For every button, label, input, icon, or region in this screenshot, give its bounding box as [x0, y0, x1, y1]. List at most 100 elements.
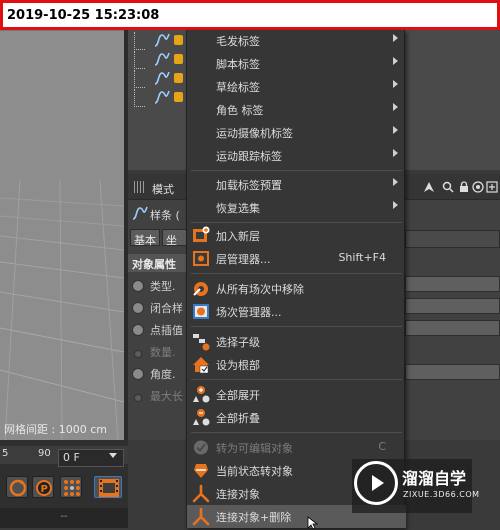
svg-text:P: P — [41, 484, 48, 495]
animate-radio-icon[interactable] — [132, 302, 144, 314]
film-clip-button[interactable] — [94, 476, 122, 498]
tab-basic[interactable]: 基本 — [130, 229, 160, 247]
menu-item-load-tag-preset[interactable]: 加载标签预置 — [187, 173, 406, 196]
rotate-tool-button[interactable] — [6, 476, 28, 498]
interpolation-dropdown[interactable] — [405, 320, 500, 336]
menu-item-layer-manager[interactable]: 层管理器... Shift+F4 — [187, 247, 406, 270]
submenu-arrow-icon — [393, 126, 398, 134]
watermark-url: ZIXUE.3D66.COM — [403, 490, 480, 499]
spline-icon — [132, 206, 148, 220]
type-dropdown[interactable] — [405, 276, 500, 292]
menu-item-script-tags[interactable]: 脚本标签 — [187, 52, 406, 75]
ruler-tick: 90 — [38, 448, 51, 459]
arrow-up-icon[interactable] — [423, 181, 435, 193]
animate-radio-icon — [134, 394, 142, 402]
menu-item-sketch-tags[interactable]: 草绘标签 — [187, 75, 406, 98]
close-checkbox[interactable] — [405, 298, 500, 314]
grid-spacing-label: 网格间距 : 1000 cm — [4, 423, 107, 436]
property-angle[interactable]: 角度. — [132, 366, 176, 384]
take-manager-icon — [193, 304, 209, 319]
submenu-arrow-icon — [393, 34, 398, 42]
menu-item-character-tags[interactable]: 角色 标签 — [187, 98, 406, 121]
target-icon[interactable] — [472, 181, 484, 193]
menu-separator — [191, 170, 402, 171]
property-close[interactable]: 闭合样 — [132, 300, 183, 318]
connect-objects-icon — [192, 484, 210, 503]
dots-grid-icon — [64, 480, 80, 496]
menu-item-collapse-all[interactable]: 全部折叠 — [187, 406, 406, 429]
collapse-all-icon — [193, 409, 210, 426]
menu-item-add-new-layer[interactable]: 加入新层 — [187, 224, 406, 247]
film-strip-icon — [99, 479, 119, 497]
submenu-arrow-icon — [393, 80, 398, 88]
animate-radio-icon[interactable] — [132, 280, 144, 292]
watermark-logo-icon — [354, 461, 398, 505]
frame-field[interactable]: 0 F — [58, 449, 124, 467]
section-title: 对象属性 — [128, 254, 188, 272]
tag-icon — [174, 35, 183, 45]
spline-icon — [154, 33, 170, 47]
menu-item-take-manager[interactable]: 场次管理器... — [187, 300, 406, 323]
menu-item-motion-tracking-tags[interactable]: 运动跟踪标签 — [187, 144, 406, 167]
property-number: 数量. — [132, 344, 176, 362]
menu-item-restore-selection[interactable]: 恢复选集 — [187, 196, 406, 219]
object-row[interactable] — [128, 89, 188, 107]
menu-item-hair-tags[interactable]: 毛发标签 — [187, 29, 406, 52]
context-menu[interactable]: 毛发标签 脚本标签 草绘标签 角色 标签 运动摄像机标签 运动跟踪标签 加载标签… — [186, 29, 406, 528]
tag-icon — [174, 54, 183, 64]
menu-separator — [191, 273, 402, 274]
submenu-arrow-icon — [393, 201, 398, 209]
submenu-arrow-icon — [393, 103, 398, 111]
animate-radio-icon — [134, 350, 142, 358]
menu-item-expand-all[interactable]: 全部展开 — [187, 383, 406, 406]
remove-takes-icon — [193, 282, 208, 296]
make-editable-icon — [194, 440, 208, 455]
tag-icon — [174, 73, 183, 83]
timestamp-bar: 2019-10-25 15:23:08 — [0, 0, 500, 30]
rotate-icon — [9, 479, 27, 497]
object-row[interactable] — [128, 32, 188, 50]
spline-icon — [154, 90, 170, 104]
menu-separator — [191, 379, 402, 380]
object-row[interactable] — [128, 70, 188, 88]
watermark-title: 溜溜自学 — [402, 469, 467, 488]
record-position-button[interactable]: P — [32, 476, 54, 498]
select-children-icon — [193, 334, 210, 351]
add-layer-icon — [193, 226, 210, 242]
lock-icon[interactable] — [458, 181, 470, 193]
mode-menu[interactable]: 模式 — [152, 181, 174, 197]
viewport[interactable] — [0, 30, 124, 440]
object-name-label: 样条 ( — [150, 209, 180, 222]
menu-separator — [191, 432, 402, 433]
grip-icon[interactable] — [134, 181, 146, 193]
property-interpolation[interactable]: 点插值 — [132, 322, 183, 340]
chevron-down-icon[interactable] — [109, 453, 117, 458]
submenu-arrow-icon — [393, 149, 398, 157]
current-state-icon — [194, 464, 208, 478]
angle-field[interactable] — [405, 364, 500, 380]
animate-radio-icon[interactable] — [132, 368, 144, 380]
tab-bar-remainder — [405, 230, 500, 248]
menu-separator — [191, 222, 402, 223]
submenu-arrow-icon — [393, 57, 398, 65]
menu-item-motion-camera-tags[interactable]: 运动摄像机标签 — [187, 121, 406, 144]
expand-icon[interactable] — [486, 181, 498, 193]
status-strip: -- — [0, 508, 128, 528]
animate-radio-icon[interactable] — [132, 324, 144, 336]
tag-icon — [174, 92, 183, 102]
menu-item-select-children[interactable]: 选择子级 — [187, 330, 406, 353]
point-grid-button[interactable] — [60, 476, 82, 498]
menu-separator — [191, 326, 402, 327]
ruler-tick: 5 — [2, 448, 9, 459]
search-icon[interactable] — [442, 181, 454, 193]
object-row[interactable] — [128, 51, 188, 69]
expand-all-icon — [193, 386, 210, 403]
property-max-length: 最大长 — [132, 388, 183, 406]
spline-icon — [154, 71, 170, 85]
tab-coordinates[interactable]: 坐标 — [162, 229, 188, 246]
property-type[interactable]: 类型. — [132, 278, 176, 296]
menu-item-make-editable: 转为可编辑对象 C — [187, 436, 406, 459]
connect-delete-icon — [192, 507, 210, 526]
menu-item-set-as-root[interactable]: 设为根部 — [187, 353, 406, 376]
menu-item-remove-from-all-takes[interactable]: 从所有场次中移除 — [187, 277, 406, 300]
